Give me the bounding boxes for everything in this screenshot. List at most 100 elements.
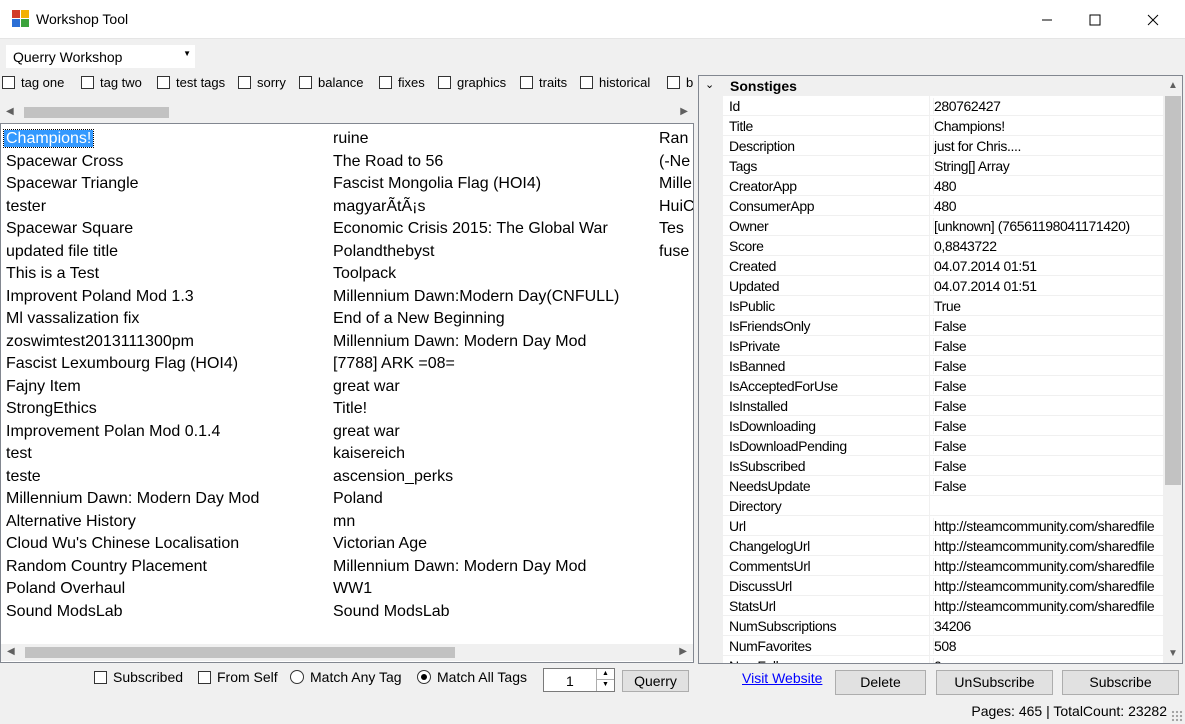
property-value[interactable]: False xyxy=(933,318,1163,334)
results-scrollbar[interactable]: ◀ ▶ xyxy=(1,644,693,661)
scroll-left-icon[interactable]: ◀ xyxy=(7,646,15,657)
property-row[interactable]: IsAcceptedForUse False xyxy=(723,376,1163,396)
list-item[interactable]: Mille xyxy=(659,173,693,196)
property-row[interactable]: IsFriendsOnly False xyxy=(723,316,1163,336)
property-value[interactable]: 508 xyxy=(933,638,1163,654)
list-item[interactable]: Spacewar Square xyxy=(6,218,259,241)
chevron-down-icon[interactable]: ⌄ xyxy=(705,78,714,91)
property-value[interactable]: False xyxy=(933,378,1163,394)
visit-website-link[interactable]: Visit Website xyxy=(742,670,822,686)
property-row[interactable]: IsInstalled False xyxy=(723,396,1163,416)
list-item[interactable]: The Road to 56 xyxy=(333,151,619,174)
property-row[interactable]: CommentsUrl http://steamcommunity.com/sha… xyxy=(723,556,1163,576)
list-item[interactable]: zoswimtest2013111300pm xyxy=(6,331,259,354)
match-any-tag-radio[interactable]: Match Any Tag xyxy=(290,669,402,685)
spinner[interactable]: ▲ ▼ xyxy=(596,669,614,691)
scrollbar-thumb[interactable] xyxy=(24,107,169,118)
tag-checkbox-6[interactable]: fixes xyxy=(379,75,425,90)
list-item[interactable]: This is a Test xyxy=(6,263,259,286)
property-value[interactable]: False xyxy=(933,478,1163,494)
property-row[interactable]: NumSubscriptions 34206 xyxy=(723,616,1163,636)
property-value[interactable]: String[] Array xyxy=(933,158,1163,174)
property-row[interactable]: IsPublic True xyxy=(723,296,1163,316)
property-value[interactable]: 34206 xyxy=(933,618,1163,634)
list-item[interactable]: Economic Crisis 2015: The Global War xyxy=(333,218,619,241)
property-row[interactable]: Score 0,8843722 xyxy=(723,236,1163,256)
property-row[interactable]: StatsUrl http://steamcommunity.com/shared… xyxy=(723,596,1163,616)
list-item[interactable]: Millennium Dawn:Modern Day(CNFULL) xyxy=(333,286,619,309)
list-item[interactable]: Fascist Mongolia Flag (HOI4) xyxy=(333,173,619,196)
subscribed-checkbox[interactable]: Subscribed xyxy=(94,669,183,685)
list-item[interactable]: great war xyxy=(333,421,619,444)
property-row[interactable]: NumFollowers 0 xyxy=(723,656,1163,663)
property-row[interactable]: IsPrivate False xyxy=(723,336,1163,356)
property-value[interactable]: http://steamcommunity.com/sharedfile xyxy=(933,538,1163,554)
scroll-right-icon[interactable]: ▶ xyxy=(679,646,687,657)
property-value[interactable]: Champions! xyxy=(933,118,1163,134)
match-all-tags-radio[interactable]: Match All Tags xyxy=(417,669,527,685)
property-row[interactable]: Tags String[] Array xyxy=(723,156,1163,176)
maximize-button[interactable] xyxy=(1072,0,1118,39)
list-item[interactable]: tester xyxy=(6,196,259,219)
results-list[interactable]: Champions! Spacewar Cross Spacewar Triangl… xyxy=(0,123,694,663)
property-grid[interactable]: ⌄ Sonstiges Id 280762427 Title Champions! De… xyxy=(698,75,1183,664)
property-row[interactable]: ChangelogUrl http://steamcommunity.com/sh… xyxy=(723,536,1163,556)
list-item[interactable]: Title! xyxy=(333,398,619,421)
property-row[interactable]: IsSubscribed False xyxy=(723,456,1163,476)
unsubscribe-button[interactable]: UnSubscribe xyxy=(936,670,1053,695)
property-row[interactable]: Url http://steamcommunity.com/sharedfile xyxy=(723,516,1163,536)
list-item[interactable]: Spacewar Triangle xyxy=(6,173,259,196)
property-row[interactable]: Directory xyxy=(723,496,1163,516)
list-item[interactable]: (-Ne xyxy=(659,151,693,174)
property-value[interactable]: http://steamcommunity.com/sharedfile xyxy=(933,578,1163,594)
list-item[interactable]: Sound ModsLab xyxy=(333,601,619,624)
tag-checkbox-1[interactable]: tag one xyxy=(2,75,64,90)
property-value[interactable]: http://steamcommunity.com/sharedfile xyxy=(933,558,1163,574)
list-item[interactable]: great war xyxy=(333,376,619,399)
property-row[interactable]: Description just for Chris.... xyxy=(723,136,1163,156)
property-row[interactable]: DiscussUrl http://steamcommunity.com/shar… xyxy=(723,576,1163,596)
property-value[interactable]: 280762427 xyxy=(933,98,1163,114)
list-item[interactable]: Ran xyxy=(659,128,693,151)
list-item[interactable]: Poland xyxy=(333,488,619,511)
query-button[interactable]: Querry xyxy=(622,670,689,692)
property-row[interactable]: NeedsUpdate False xyxy=(723,476,1163,496)
property-value[interactable]: http://steamcommunity.com/sharedfile xyxy=(933,598,1163,614)
list-item[interactable]: Alternative History xyxy=(6,511,259,534)
property-value[interactable]: http://steamcommunity.com/sharedfile xyxy=(933,518,1163,534)
property-row[interactable]: Updated 04.07.2014 01:51 xyxy=(723,276,1163,296)
list-item[interactable]: Polandthebyst xyxy=(333,241,619,264)
property-row[interactable]: NumFavorites 508 xyxy=(723,636,1163,656)
scrollbar-thumb[interactable] xyxy=(1165,96,1181,485)
property-value[interactable]: False xyxy=(933,398,1163,414)
property-value[interactable]: 04.07.2014 01:51 xyxy=(933,278,1163,294)
spin-down-icon[interactable]: ▼ xyxy=(597,680,614,691)
scroll-right-icon[interactable]: ▶ xyxy=(680,106,688,117)
property-row[interactable]: IsDownloadPending False xyxy=(723,436,1163,456)
list-item[interactable]: Poland Overhaul xyxy=(6,578,259,601)
scroll-up-icon[interactable]: ▲ xyxy=(1168,80,1178,91)
list-item[interactable]: Fascist Lexumbourg Flag (HOI4) xyxy=(6,353,259,376)
property-category-header[interactable]: ⌄ Sonstiges xyxy=(699,76,1182,96)
tag-checkbox-8[interactable]: traits xyxy=(520,75,567,90)
list-item[interactable]: magyarÃ­tÃ¡s xyxy=(333,196,619,219)
property-row[interactable]: ConsumerApp 480 xyxy=(723,196,1163,216)
tag-checkbox-3[interactable]: test tags xyxy=(157,75,225,90)
list-item[interactable]: teste xyxy=(6,466,259,489)
property-value[interactable]: False xyxy=(933,358,1163,374)
tag-checkbox-10[interactable]: b xyxy=(667,75,693,90)
list-item[interactable]: Improvement Polan Mod 0.1.4 xyxy=(6,421,259,444)
subscribe-button[interactable]: Subscribe xyxy=(1062,670,1179,695)
list-item[interactable]: Toolpack xyxy=(333,263,619,286)
list-item[interactable]: Fajny Item xyxy=(6,376,259,399)
list-item[interactable]: updated file title xyxy=(6,241,259,264)
list-item[interactable]: Random Country Placement xyxy=(6,556,259,579)
spin-up-icon[interactable]: ▲ xyxy=(597,669,614,680)
list-item[interactable]: test xyxy=(6,443,259,466)
property-row[interactable]: Title Champions! xyxy=(723,116,1163,136)
tag-checkbox-5[interactable]: balance xyxy=(299,75,364,90)
minimize-button[interactable] xyxy=(1024,0,1070,39)
list-item[interactable]: Millennium Dawn: Modern Day Mod xyxy=(333,556,619,579)
list-item[interactable]: Cloud Wu's Chinese Localisation xyxy=(6,533,259,556)
property-row[interactable]: CreatorApp 480 xyxy=(723,176,1163,196)
